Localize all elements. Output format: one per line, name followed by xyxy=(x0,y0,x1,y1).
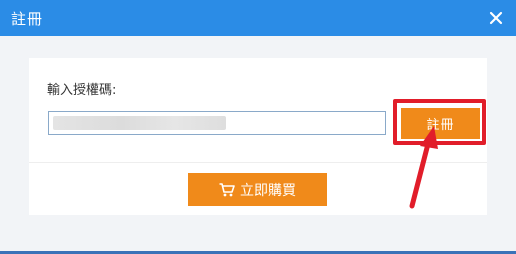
license-code-label: 輸入授權碼: xyxy=(47,83,117,98)
buy-now-button[interactable]: 立即購買 xyxy=(188,173,327,206)
buy-now-label: 立即購買 xyxy=(240,182,296,199)
redacted-code-mask xyxy=(53,116,226,130)
register-panel: 輸入授權碼: 註冊 立即購買 xyxy=(29,58,487,215)
register-button[interactable]: 註冊 xyxy=(401,108,480,139)
divider xyxy=(29,162,487,163)
cart-icon xyxy=(219,182,235,197)
dialog-title: 註冊 xyxy=(11,9,44,28)
close-icon[interactable] xyxy=(486,8,506,28)
dialog-titlebar: 註冊 xyxy=(0,0,516,36)
